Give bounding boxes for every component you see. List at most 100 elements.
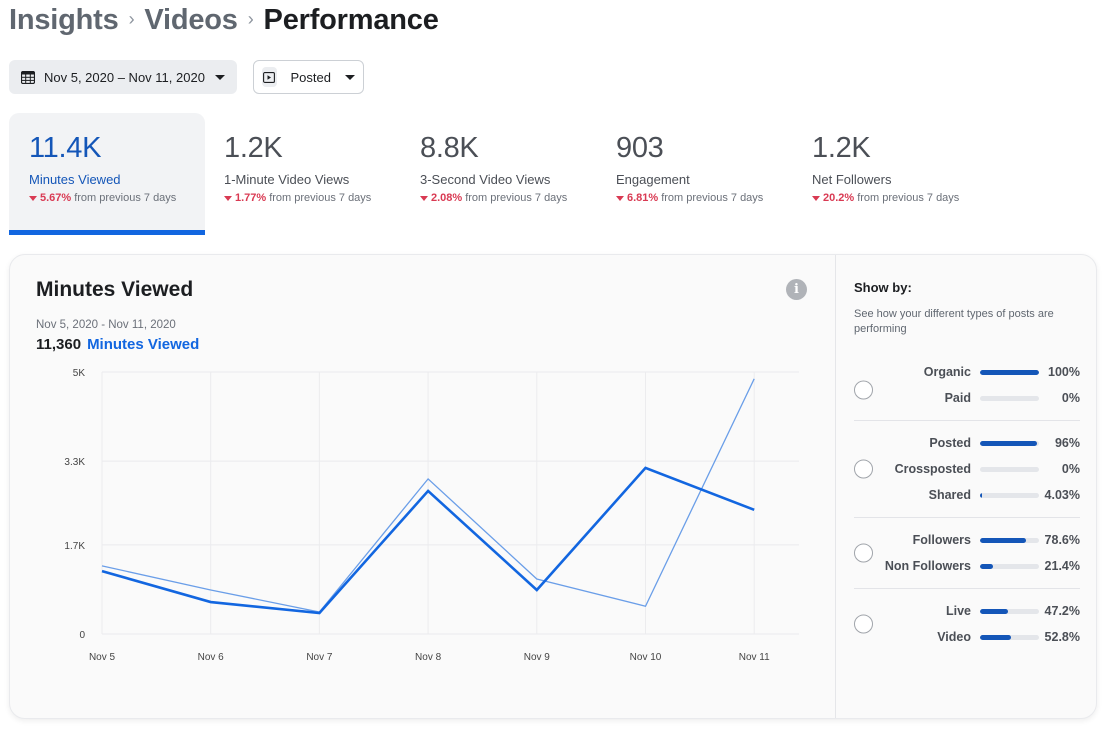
caret-down-icon — [345, 74, 355, 80]
breakdown-bar-fill — [980, 634, 1012, 640]
x-tick-label: Nov 7 — [306, 652, 333, 663]
metric-change: 20.2% from previous 7 days — [812, 192, 989, 204]
breakdown-bar-fill — [980, 440, 1037, 446]
show-by-group: Followers 78.6% Non Followers 21.4% — [854, 518, 1080, 589]
breakdown-bar-fill — [980, 537, 1027, 543]
breakdown-percent: 0% — [1061, 462, 1080, 476]
metric-value: 11.4K — [29, 132, 102, 164]
metric-value: 903 — [616, 132, 664, 164]
breakdown-bar-fill — [980, 369, 1039, 375]
x-tick-label: Nov 9 — [524, 652, 551, 663]
metric-change: 6.81% from previous 7 days — [616, 192, 793, 204]
breakdown-row: Organic 100% — [854, 359, 1080, 385]
breakdown-row: Live 47.2% — [854, 598, 1080, 624]
radio-button[interactable] — [854, 543, 873, 563]
metric-label: Engagement — [616, 172, 690, 187]
breakdown-label: Paid — [944, 391, 971, 405]
breakdown-percent: 47.2% — [1044, 604, 1080, 618]
breakdown-bar — [980, 440, 1039, 446]
breakdown-bar-fill — [980, 492, 983, 498]
breakdown-row: Shared 4.03% — [854, 482, 1080, 508]
metric-value: 8.8K — [420, 132, 479, 164]
arrow-down-icon — [616, 195, 624, 201]
date-range-dropdown[interactable]: Nov 5, 2020 – Nov 11, 2020 — [9, 60, 237, 94]
show-by-panel: Show by: See how your different types of… — [835, 255, 1096, 718]
metric-tab[interactable]: 11.4K Minutes Viewed 5.67% from previous 7 … — [9, 113, 205, 235]
breakdown-row: Non Followers 21.4% — [854, 553, 1080, 579]
metric-tabs: 11.4K Minutes Viewed 5.67% from previous 7 … — [9, 113, 989, 235]
caret-down-icon — [215, 74, 225, 80]
breakdown-label: Crossposted — [894, 462, 971, 476]
x-tick-label: Nov 6 — [198, 652, 225, 663]
metric-change-pct: 20.2% — [823, 192, 855, 204]
play-icon — [262, 67, 277, 87]
breakdown-label: Posted — [929, 436, 971, 450]
date-range-value: Nov 5, 2020 – Nov 11, 2020 — [44, 69, 205, 85]
breadcrumb-videos[interactable]: Videos — [144, 4, 238, 37]
metric-change-suffix: from previous 7 days — [269, 192, 372, 204]
breakdown-label: Shared — [928, 488, 971, 502]
metric-tab[interactable]: 1.2K 1-Minute Video Views 1.77% from previo… — [205, 113, 401, 235]
show-by-group: Organic 100% Paid 0% — [854, 359, 1080, 421]
x-tick-label: Nov 8 — [415, 652, 442, 663]
breakdown-bar — [980, 608, 1039, 614]
metric-change-pct: 5.67% — [40, 192, 72, 204]
breakdown-percent: 96% — [1054, 436, 1080, 450]
metric-tab[interactable]: 903 Engagement 6.81% from previous 7 days — [597, 113, 793, 235]
breakdown-bar — [980, 563, 1039, 569]
metric-change-suffix: from previous 7 days — [465, 192, 568, 204]
show-by-group: Posted 96% Crossposted 0% Shared 4.03% — [854, 421, 1080, 518]
breakdown-percent: 21.4% — [1044, 559, 1080, 573]
metric-change-pct: 1.77% — [235, 192, 267, 204]
metric-change: 5.67% from previous 7 days — [29, 192, 205, 204]
chevron-right-icon: › — [128, 8, 135, 29]
breakdown-bar — [980, 466, 1039, 472]
chevron-right-icon: › — [247, 8, 254, 29]
breakdown-percent: 100% — [1048, 365, 1080, 379]
metric-change-suffix: from previous 7 days — [74, 192, 177, 204]
breakdown-row: Paid 0% — [854, 385, 1080, 411]
post-type-value: Posted — [290, 69, 331, 85]
breakdown-label: Live — [945, 604, 971, 618]
metric-change-suffix: from previous 7 days — [857, 192, 960, 204]
breakdown-bar — [980, 537, 1039, 543]
radio-button[interactable] — [854, 614, 873, 634]
y-tick-label: 1.7K — [64, 541, 85, 552]
post-type-dropdown[interactable]: Posted — [253, 60, 364, 94]
page-title: Performance — [263, 3, 439, 36]
line-chart: 0 1.7K 3.3K 5K Nov 5 Nov 6 Nov 7 Nov 8 Nov 9 Nov … — [64, 368, 799, 663]
chart-panel: Minutes Viewed i Nov 5, 2020 - Nov 11, 2… — [10, 255, 835, 718]
x-tick-label: Nov 10 — [630, 652, 662, 663]
breakdown-percent: 4.03% — [1044, 488, 1080, 502]
breakdown-label: Non Followers — [884, 559, 971, 573]
metric-change-suffix: from previous 7 days — [661, 192, 764, 204]
y-tick-label: 3.3K — [64, 457, 85, 468]
show-by-title: Show by: — [854, 280, 912, 295]
radio-button[interactable] — [854, 380, 873, 399]
filter-bar: Nov 5, 2020 – Nov 11, 2020 Posted — [9, 60, 364, 94]
metric-change-pct: 6.81% — [627, 192, 659, 204]
breakdown-bar — [980, 492, 1039, 498]
chart-card: Minutes Viewed i Nov 5, 2020 - Nov 11, 2… — [9, 254, 1097, 719]
show-by-description: See how your different types of posts ar… — [854, 308, 1054, 335]
breakdown-label: Followers — [912, 533, 971, 547]
breakdown-row: Posted 96% — [854, 430, 1080, 456]
arrow-down-icon — [29, 195, 37, 201]
radio-button[interactable] — [854, 459, 873, 479]
metric-tab[interactable]: 1.2K Net Followers 20.2% from previous 7 da… — [793, 113, 989, 235]
breakdown-bar-fill — [980, 563, 993, 569]
breakdown-label: Organic — [923, 365, 971, 379]
breakdown-percent: 52.8% — [1044, 630, 1080, 644]
breakdown-percent: 78.6% — [1044, 533, 1080, 547]
show-by-group: Live 47.2% Video 52.8% — [854, 589, 1080, 659]
breakdown-row: Crossposted 0% — [854, 456, 1080, 482]
metric-label: Minutes Viewed — [29, 172, 121, 187]
breadcrumb: Insights › Videos › Performance — [9, 0, 439, 40]
breakdown-bar-fill — [980, 608, 1008, 614]
breadcrumb-insights[interactable]: Insights — [9, 4, 119, 37]
breakdown-percent: 0% — [1061, 391, 1080, 405]
metric-label: 3-Second Video Views — [420, 172, 551, 187]
show-by-groups: Organic 100% Paid 0% Posted 96% Crossposted 0% S… — [854, 359, 1080, 659]
metric-change: 1.77% from previous 7 days — [224, 192, 401, 204]
metric-tab[interactable]: 8.8K 3-Second Video Views 2.08% from previo… — [401, 113, 597, 235]
